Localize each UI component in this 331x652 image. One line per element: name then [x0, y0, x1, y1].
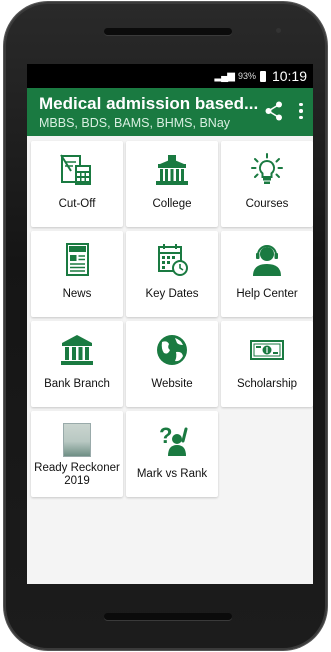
tile-cut-off[interactable]: Cut-Off	[31, 141, 123, 227]
tile-website[interactable]: Website	[126, 321, 218, 407]
battery-icon	[259, 70, 266, 82]
front-camera	[276, 28, 281, 33]
tile-label: Cut-Off	[58, 198, 96, 210]
tile-ready-reckoner[interactable]: Ready Reckoner 2019	[31, 411, 123, 497]
tile-label: Help Center	[236, 288, 298, 300]
share-icon[interactable]	[265, 101, 283, 121]
tile-help-center[interactable]: Help Center	[221, 231, 313, 317]
app-title: Medical admission based...	[39, 94, 259, 113]
tile-label: Mark vs Rank	[136, 468, 208, 480]
earpiece-speaker	[104, 28, 232, 35]
battery-percent: 93%	[237, 71, 256, 81]
calendar-clock-icon	[153, 242, 191, 278]
question-person-icon: ?	[153, 422, 191, 458]
tile-label: Courses	[245, 198, 289, 210]
tile-mark-vs-rank[interactable]: ? Mark vs Rank	[126, 411, 218, 497]
tile-college[interactable]: College	[126, 141, 218, 227]
app-screen: ▂▄▆ 93% 10:19 Medical admission based...…	[27, 64, 313, 584]
ready-reckoner-cover-image	[58, 422, 96, 458]
college-building-icon	[153, 152, 191, 188]
tile-label: Website	[151, 378, 193, 390]
tile-scholarship[interactable]: Scholarship	[221, 321, 313, 407]
cutoff-calculator-icon	[58, 152, 96, 188]
newspaper-icon	[58, 242, 96, 278]
tile-key-dates[interactable]: Key Dates	[126, 231, 218, 317]
svg-text:?: ?	[159, 423, 172, 448]
app-bar: Medical admission based... MBBS, BDS, BA…	[27, 88, 313, 136]
status-time: 10:19	[271, 68, 307, 84]
globe-icon	[153, 332, 191, 368]
lightbulb-icon	[248, 152, 286, 188]
tile-label: Scholarship	[236, 378, 298, 390]
tile-news[interactable]: News	[31, 231, 123, 317]
more-vert-icon[interactable]	[295, 100, 307, 122]
signal-icon: ▂▄▆	[214, 70, 234, 82]
tile-label: Ready Reckoner 2019	[34, 462, 120, 487]
money-note-icon	[248, 332, 286, 368]
menu-grid: Cut-Off College Courses News Key Dates H…	[31, 141, 313, 497]
status-bar: ▂▄▆ 93% 10:19	[27, 64, 313, 88]
tile-bank-branch[interactable]: Bank Branch	[31, 321, 123, 407]
bottom-speaker	[104, 613, 232, 620]
tile-courses[interactable]: Courses	[221, 141, 313, 227]
phone-frame: ▂▄▆ 93% 10:19 Medical admission based...…	[4, 2, 327, 650]
tile-label: News	[62, 288, 92, 300]
tile-label: Bank Branch	[44, 378, 110, 390]
headset-support-icon	[248, 242, 286, 278]
tile-label: College	[152, 198, 192, 210]
tile-label: Key Dates	[145, 288, 199, 300]
bank-icon	[58, 332, 96, 368]
app-subtitle: MBBS, BDS, BAMS, BHMS, BNay	[39, 116, 231, 130]
